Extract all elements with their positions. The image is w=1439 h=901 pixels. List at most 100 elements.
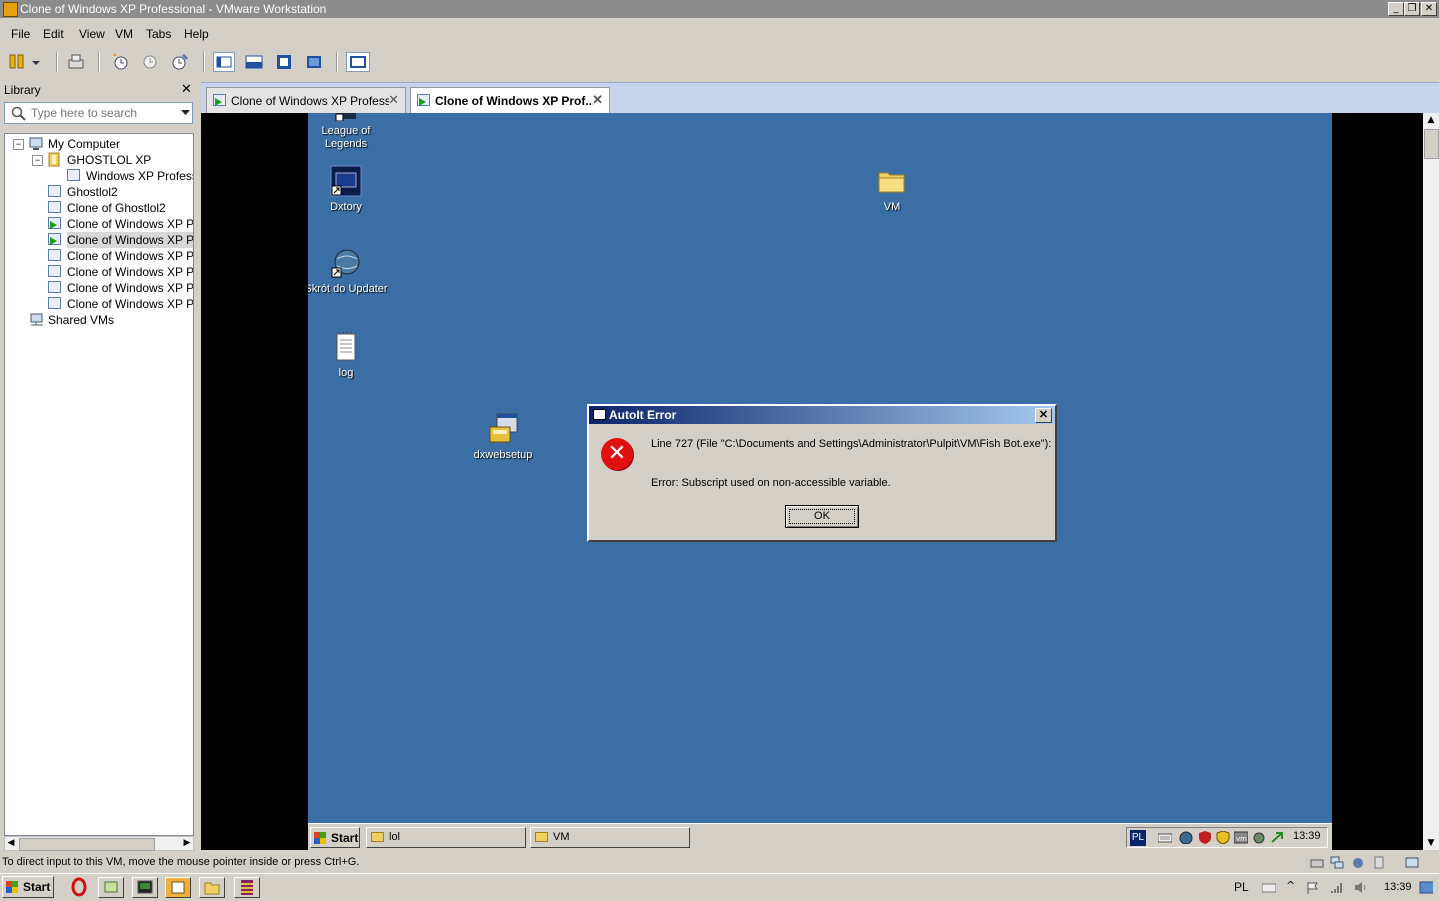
tree-item-clone-of-windows-xp-4[interactable]: Clone of Windows XP Profe [5, 264, 193, 280]
desktop-icon-dxwebsetup[interactable]: dxwebsetup [461, 413, 545, 462]
search-icon [11, 106, 26, 121]
scrollbar-thumb[interactable] [19, 838, 155, 851]
collapse-icon[interactable]: − [13, 139, 24, 150]
tree-item-ghostlol-xp[interactable]: − GHOSTLOL XP [5, 152, 193, 168]
updater-globe-icon [330, 247, 362, 279]
opera-icon[interactable] [66, 877, 92, 898]
show-desktop-icon[interactable] [1419, 881, 1433, 894]
tab-clone-of-windows-xp-2[interactable]: Clone of Windows XP Prof... ✕ [410, 87, 610, 113]
library-close-icon[interactable]: ✕ [181, 82, 192, 97]
scroll-up-icon[interactable]: ▲ [1423, 113, 1439, 127]
tree-item-ghostlol2[interactable]: Ghostlol2 [5, 184, 193, 200]
console-view-icon[interactable] [346, 52, 370, 72]
guest-language-indicator[interactable]: PL [1130, 830, 1146, 846]
winrar-icon[interactable] [234, 877, 260, 898]
keyboard-icon[interactable] [1158, 831, 1172, 844]
guest-task-vm[interactable]: VM [530, 827, 690, 848]
restore-button[interactable]: ❐ [1404, 2, 1420, 16]
snapshot-manager-icon[interactable] [170, 52, 190, 72]
vm-icon [48, 297, 61, 309]
pause-icon[interactable] [8, 52, 28, 72]
desktop-icon-league-of-legends[interactable]: League of Legends [308, 113, 388, 151]
library-horizontal-scrollbar[interactable]: ◀ ▶ [4, 836, 194, 851]
vm-console[interactable]: League of Legends Dxtory Skrót do Update… [201, 113, 1423, 850]
dialog-close-button[interactable]: ✕ [1035, 408, 1052, 423]
guest-task-lol[interactable]: lol [366, 827, 526, 848]
vmware-taskbar-icon[interactable] [165, 877, 191, 898]
show-hidden-icons-icon[interactable]: ^ [1286, 879, 1300, 892]
scroll-down-icon[interactable]: ▼ [1423, 836, 1439, 850]
close-tab-icon[interactable]: ✕ [388, 92, 399, 108]
minimize-button[interactable]: _ [1388, 2, 1404, 16]
scrollbar-thumb[interactable] [1424, 129, 1439, 159]
explorer-folder-icon[interactable] [199, 877, 225, 898]
scroll-right-icon[interactable]: ▶ [181, 837, 193, 850]
vm-vertical-scrollbar[interactable]: ▲ ▼ [1423, 113, 1439, 850]
notepad-file-icon [330, 331, 362, 363]
menu-tabs[interactable]: Tabs [146, 27, 171, 41]
tree-item-windows-xp-professional[interactable]: Windows XP Professior [5, 168, 193, 184]
tree-item-clone-of-windows-xp-2[interactable]: Clone of Windows XP Profe [5, 232, 193, 248]
power-dropdown-icon[interactable] [30, 52, 42, 72]
tree-item-clone-of-windows-xp-1[interactable]: Clone of Windows XP Profe [5, 216, 193, 232]
menu-file[interactable]: File [11, 27, 30, 41]
guest-start-button[interactable]: Start [310, 827, 360, 848]
terminal-app-icon[interactable] [132, 877, 158, 898]
unity-icon[interactable] [304, 52, 324, 72]
menu-view[interactable]: View [79, 27, 105, 41]
status-message: To direct input to this VM, move the mou… [2, 856, 360, 868]
tab-clone-of-windows-xp-1[interactable]: Clone of Windows XP Professi... ✕ [206, 87, 406, 113]
library-search-box [4, 102, 193, 124]
desktop-icon-dxtory[interactable]: Dxtory [308, 165, 388, 214]
library-search-input[interactable] [31, 106, 171, 120]
menu-edit[interactable]: Edit [43, 27, 64, 41]
league-of-legends-icon [330, 113, 362, 122]
keyboard-icon[interactable] [1262, 881, 1276, 894]
antivirus-shield-icon[interactable] [1198, 831, 1212, 844]
network-signal-icon[interactable] [1330, 881, 1344, 894]
desktop-icon-log[interactable]: log [308, 331, 388, 380]
host-start-button[interactable]: Start [2, 876, 54, 898]
guest-desktop[interactable]: League of Legends Dxtory Skrót do Update… [308, 113, 1332, 850]
snapshot-icon[interactable] [110, 52, 130, 72]
close-window-button[interactable]: ✕ [1421, 2, 1437, 16]
vm-icon [48, 185, 61, 197]
send-ctrl-alt-del-icon[interactable] [66, 52, 86, 72]
menu-help[interactable]: Help [184, 27, 209, 41]
team-folder-icon [48, 152, 60, 167]
tree-item-clone-of-ghostlol2[interactable]: Clone of Ghostlol2 [5, 200, 193, 216]
hard-disk-icon[interactable] [1310, 856, 1324, 869]
update-tray-icon[interactable] [1270, 831, 1284, 844]
message-log-icon[interactable] [1405, 856, 1419, 869]
tree-item-clone-of-windows-xp-6[interactable]: Clone of Windows XP Profe [5, 296, 193, 312]
host-language-indicator[interactable]: PL [1234, 880, 1249, 894]
tree-item-clone-of-windows-xp-3[interactable]: Clone of Windows XP Profe [5, 248, 193, 264]
thumbnail-bar-icon[interactable] [244, 52, 264, 72]
folder-icon [535, 832, 548, 842]
network-adapter-icon[interactable] [1330, 856, 1344, 869]
tree-item-clone-of-windows-xp-5[interactable]: Clone of Windows XP Profe [5, 280, 193, 296]
scroll-left-icon[interactable]: ◀ [5, 837, 17, 850]
search-dropdown-icon[interactable] [181, 110, 190, 116]
network-globe-icon[interactable] [1179, 831, 1193, 844]
menu-vm[interactable]: VM [115, 27, 133, 41]
tree-item-my-computer[interactable]: − My Computer [5, 136, 193, 152]
network-app-icon[interactable] [98, 877, 124, 898]
security-shield-icon[interactable] [1216, 831, 1230, 844]
volume-icon[interactable] [1354, 881, 1368, 894]
usb-device-icon[interactable] [1351, 856, 1365, 869]
collapse-icon[interactable]: − [32, 155, 43, 166]
vmware-tools-icon[interactable]: vm [1234, 831, 1248, 844]
action-center-flag-icon[interactable] [1306, 881, 1320, 894]
full-screen-icon[interactable] [274, 52, 294, 72]
app-tray-icon[interactable] [1252, 831, 1266, 844]
sound-card-icon[interactable] [1372, 856, 1386, 869]
close-tab-icon[interactable]: ✕ [592, 92, 603, 108]
tree-item-shared-vms[interactable]: Shared VMs [5, 312, 193, 328]
show-library-icon[interactable] [213, 52, 235, 72]
error-icon: ✕ [601, 438, 633, 470]
revert-snapshot-icon[interactable] [140, 52, 160, 72]
desktop-icon-vm-folder[interactable]: VM [850, 165, 934, 214]
desktop-icon-skrot-do-updater[interactable]: Skrót do Updater [308, 247, 388, 296]
ok-button[interactable]: OK [785, 505, 859, 528]
